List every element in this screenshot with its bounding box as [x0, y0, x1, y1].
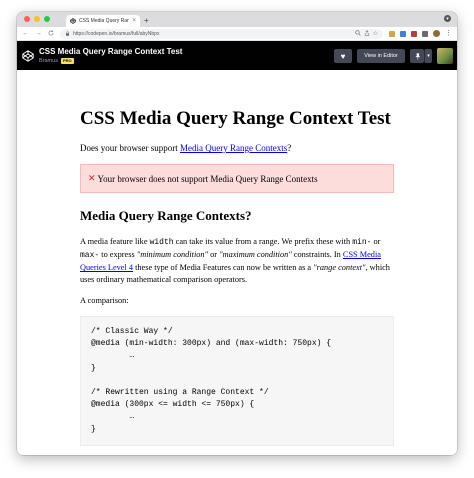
code-line: }	[91, 363, 96, 373]
tab-search-icon[interactable]: ▾	[444, 15, 451, 22]
close-window-button[interactable]	[24, 16, 30, 22]
window-controls	[24, 16, 50, 22]
pro-badge: PRO	[60, 58, 74, 64]
pin-button[interactable]	[410, 49, 424, 63]
cross-mark-icon: ✕	[88, 173, 96, 184]
address-bar[interactable]: https://codepen.io/bramus/full/abyNbpx ☆	[60, 28, 383, 39]
code-max: max-	[80, 251, 100, 260]
comparison-label: A comparison:	[80, 296, 129, 305]
pen-author-row: Bramus PRO	[39, 58, 182, 64]
bookmark-star-icon[interactable]: ☆	[373, 31, 378, 37]
code-line: /* Classic Way */	[91, 327, 173, 336]
maximize-window-button[interactable]	[44, 16, 50, 22]
code-line: /* Rewritten using a Range Context */	[91, 387, 269, 397]
zoom-icon[interactable]	[354, 29, 361, 38]
pen-output: CSS Media Query Range Context Test Does …	[17, 70, 457, 455]
code-line: @media (300px <= width <= 750px) {	[91, 400, 255, 410]
unsupported-notice: ✕ Your browser does not support Media Qu…	[80, 164, 394, 193]
code-line: }	[91, 424, 96, 434]
code-width: width	[149, 238, 174, 247]
extension-4-icon[interactable]	[422, 30, 428, 37]
profile-avatar[interactable]	[433, 30, 440, 37]
lock-icon	[66, 31, 69, 36]
back-button[interactable]: ←	[22, 30, 29, 37]
media-query-range-contexts-link[interactable]: Media Query Range Contexts	[180, 143, 287, 153]
view-in-editor-button[interactable]: View in Editor	[357, 49, 405, 63]
extension-2-icon[interactable]	[400, 30, 406, 37]
love-button[interactable]: ♥	[334, 49, 352, 63]
browser-toolbar: ← → https://codepen.io/bramus/full/abyNb…	[17, 27, 457, 41]
pen-info: CSS Media Query Range Context Test Bramu…	[39, 47, 182, 64]
browser-window: CSS Media Query Range Cont × + ▾ ← → htt…	[17, 12, 457, 455]
share-icon[interactable]	[364, 29, 370, 38]
notice-text: Your browser does not support Media Quer…	[97, 173, 318, 184]
tab-title: CSS Media Query Range Cont	[79, 18, 130, 24]
tab-close-icon[interactable]: ×	[132, 18, 136, 24]
extension-1-icon[interactable]	[389, 30, 395, 37]
reload-icon	[48, 29, 54, 35]
pin-icon	[414, 52, 420, 60]
support-question: Does your browser support Media Query Ra…	[80, 143, 292, 153]
extensions-area: ⋮	[389, 30, 452, 37]
code-line: …	[91, 351, 135, 361]
url-text: https://codepen.io/bramus/full/abyNbpx	[73, 30, 160, 37]
codepen-favicon-icon	[70, 18, 76, 24]
explanation-paragraph: A media feature like width can take its …	[80, 237, 390, 284]
section-heading: Media Query Range Contexts?	[80, 208, 252, 223]
user-avatar[interactable]	[437, 48, 453, 64]
codepen-logo-icon[interactable]	[21, 48, 35, 63]
reload-button[interactable]	[48, 29, 54, 38]
pen-author-link[interactable]: Bramus	[39, 58, 58, 64]
new-tab-button[interactable]: +	[144, 15, 149, 27]
codepen-header: CSS Media Query Range Context Test Bramu…	[17, 41, 457, 70]
code-block: /* Classic Way */ @media (min-width: 300p…	[80, 316, 394, 446]
browser-tab[interactable]: CSS Media Query Range Cont ×	[66, 15, 140, 27]
minimize-window-button[interactable]	[34, 16, 40, 22]
forward-button[interactable]: →	[35, 30, 42, 37]
page-title: CSS Media Query Range Context Test	[80, 108, 391, 129]
extension-3-icon[interactable]	[411, 30, 417, 37]
codepen-actions: ♥ View in Editor ▾	[334, 48, 453, 64]
code-min: min-	[352, 238, 372, 247]
tab-strip: CSS Media Query Range Cont × + ▾	[17, 12, 457, 27]
code-line: @media (min-width: 300px) and (max-width…	[91, 339, 332, 349]
code-line: …	[91, 412, 135, 422]
browser-menu-icon[interactable]: ⋮	[445, 30, 452, 37]
pen-title: CSS Media Query Range Context Test	[39, 47, 183, 56]
pin-dropdown-button[interactable]: ▾	[424, 49, 432, 63]
